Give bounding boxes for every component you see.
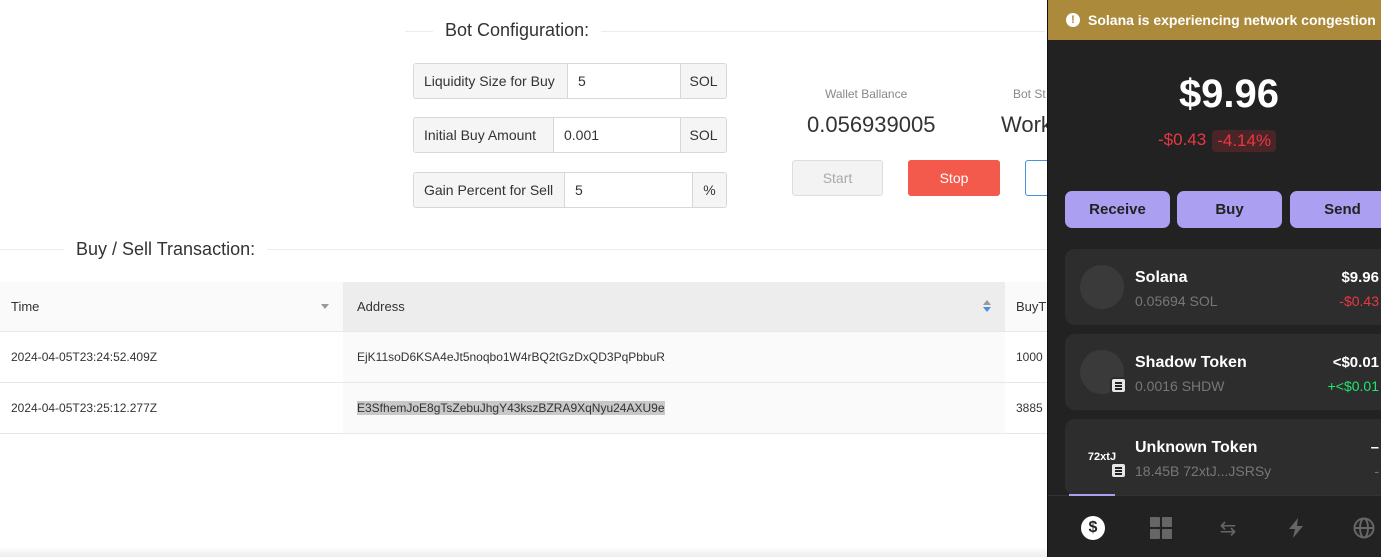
column-header-time[interactable]: Time [0, 282, 343, 331]
solana-avatar [1080, 265, 1124, 309]
initial-buy-label: Initial Buy Amount [414, 118, 554, 152]
token-row-solana[interactable]: Solana 0.05694 SOL $9.96 -$0.43 [1065, 249, 1381, 325]
wallet-panel: ! Solana is experiencing network congest… [1047, 0, 1381, 557]
cell-buy: 3885 [1016, 401, 1043, 415]
token-row-unknown[interactable]: 72xtJ Unknown Token 18.45B 72xtJ...JSRSy… [1065, 419, 1381, 495]
grid-icon[interactable] [1149, 516, 1173, 540]
initial-buy-unit: SOL [680, 118, 726, 152]
transactions-title: Buy / Sell Transaction: [64, 239, 268, 260]
wallet-balance-value: 0.056939005 [807, 112, 936, 137]
sort-icon[interactable] [983, 300, 991, 312]
liquidity-size-group: Liquidity Size for Buy 5 SOL [413, 63, 727, 99]
gain-percent-unit: % [692, 173, 726, 207]
token-row-shadow[interactable]: Shadow Token 0.0016 SHDW <$0.01 +<$0.01 [1065, 334, 1381, 410]
column-header-time-label: Time [11, 299, 40, 314]
liquidity-size-unit: SOL [680, 64, 726, 98]
address-text-selected: E3SfhemJoE8gTsZebuJhgY43kszBZRA9XqNyu24A… [357, 401, 665, 415]
send-button[interactable]: Send [1290, 191, 1381, 228]
gain-percent-label: Gain Percent for Sell [414, 173, 565, 207]
column-header-address-label: Address [357, 299, 405, 314]
table-header: Time Address BuyT [0, 282, 1050, 332]
column-header-buy[interactable]: BuyT [1005, 282, 1050, 331]
gain-percent-group: Gain Percent for Sell 5 % [413, 172, 727, 208]
dollar-icon[interactable]: $ [1081, 516, 1105, 540]
address-text: EjK11soD6KSA4eJt5noqbo1W4rBQ2tGzDxQD3PqP… [357, 350, 665, 364]
cell-buy: 1000 [1016, 350, 1043, 364]
token-value: <$0.01 [1332, 354, 1379, 371]
cell-address: E3SfhemJoE8gTsZebuJhgY43kszBZRA9XqNyu24A… [343, 383, 1005, 433]
token-value: – [1370, 439, 1379, 456]
token-amount: 0.0016 SHDW [1135, 378, 1225, 394]
warning-icon: ! [1066, 13, 1080, 27]
bot-status-label: Bot St [1013, 87, 1046, 101]
active-tab-indicator [1069, 494, 1115, 496]
table-row[interactable]: 2024-04-05T23:25:12.277Z E3SfhemJoE8gTsZ… [0, 383, 1050, 434]
token-amount: 0.05694 SOL [1135, 293, 1218, 309]
congestion-banner: ! Solana is experiencing network congest… [1048, 0, 1381, 40]
wallet-balance-label: Wallet Ballance [825, 87, 908, 101]
balance-change: -$0.43 -4.14% [1158, 130, 1277, 152]
token-name: Unknown Token [1135, 439, 1258, 456]
token-amount: 18.45B 72xtJ...JSRSy [1135, 463, 1272, 479]
table-row[interactable]: 2024-04-05T23:24:52.409Z EjK11soD6KSA4eJ… [0, 332, 1050, 383]
token-change: - [1374, 463, 1379, 479]
initial-buy-group: Initial Buy Amount 0.001 SOL [413, 117, 727, 153]
wallet-bottom-nav: $ ⇆ [1048, 494, 1381, 557]
bolt-icon[interactable] [1284, 516, 1308, 540]
liquidity-size-input[interactable]: 5 [568, 64, 680, 98]
column-header-buy-label: BuyT [1016, 299, 1047, 314]
token-change: +<$0.01 [1327, 378, 1379, 394]
token-name: Solana [1135, 269, 1188, 286]
receive-button[interactable]: Receive [1065, 191, 1170, 228]
cell-time: 2024-04-05T23:25:12.277Z [11, 401, 158, 415]
cell-time: 2024-04-05T23:24:52.409Z [11, 350, 158, 364]
liquidity-size-label: Liquidity Size for Buy [414, 64, 568, 98]
solana-chain-badge-icon [1110, 462, 1127, 479]
change-percent: -4.14% [1212, 130, 1277, 152]
start-button[interactable]: Start [792, 160, 883, 196]
sort-down-icon[interactable] [321, 304, 329, 309]
token-change: -$0.43 [1339, 293, 1379, 309]
swap-icon[interactable]: ⇆ [1216, 516, 1240, 540]
buy-button[interactable]: Buy [1177, 191, 1282, 228]
gain-percent-input[interactable]: 5 [565, 173, 692, 207]
cell-address: EjK11soD6KSA4eJt5noqbo1W4rBQ2tGzDxQD3PqP… [343, 332, 1005, 382]
page-bottom-edge [0, 547, 1047, 557]
token-name: Shadow Token [1135, 354, 1247, 371]
initial-buy-input[interactable]: 0.001 [554, 118, 680, 152]
solana-chain-badge-icon [1110, 377, 1127, 394]
wallet-total-balance: $9.96 [1178, 72, 1280, 116]
token-value: $9.96 [1341, 269, 1379, 286]
stop-button[interactable]: Stop [908, 160, 1000, 196]
column-header-address[interactable]: Address [343, 282, 1005, 331]
globe-icon[interactable] [1352, 516, 1376, 540]
bot-status-value: Work [1001, 112, 1052, 137]
banner-text: Solana is experiencing network congestio… [1088, 12, 1376, 28]
config-title: Bot Configuration: [433, 20, 602, 41]
change-absolute: -$0.43 [1158, 130, 1207, 149]
transactions-table: Time Address BuyT 2024-04-05T23:24:52.40… [0, 282, 1050, 434]
